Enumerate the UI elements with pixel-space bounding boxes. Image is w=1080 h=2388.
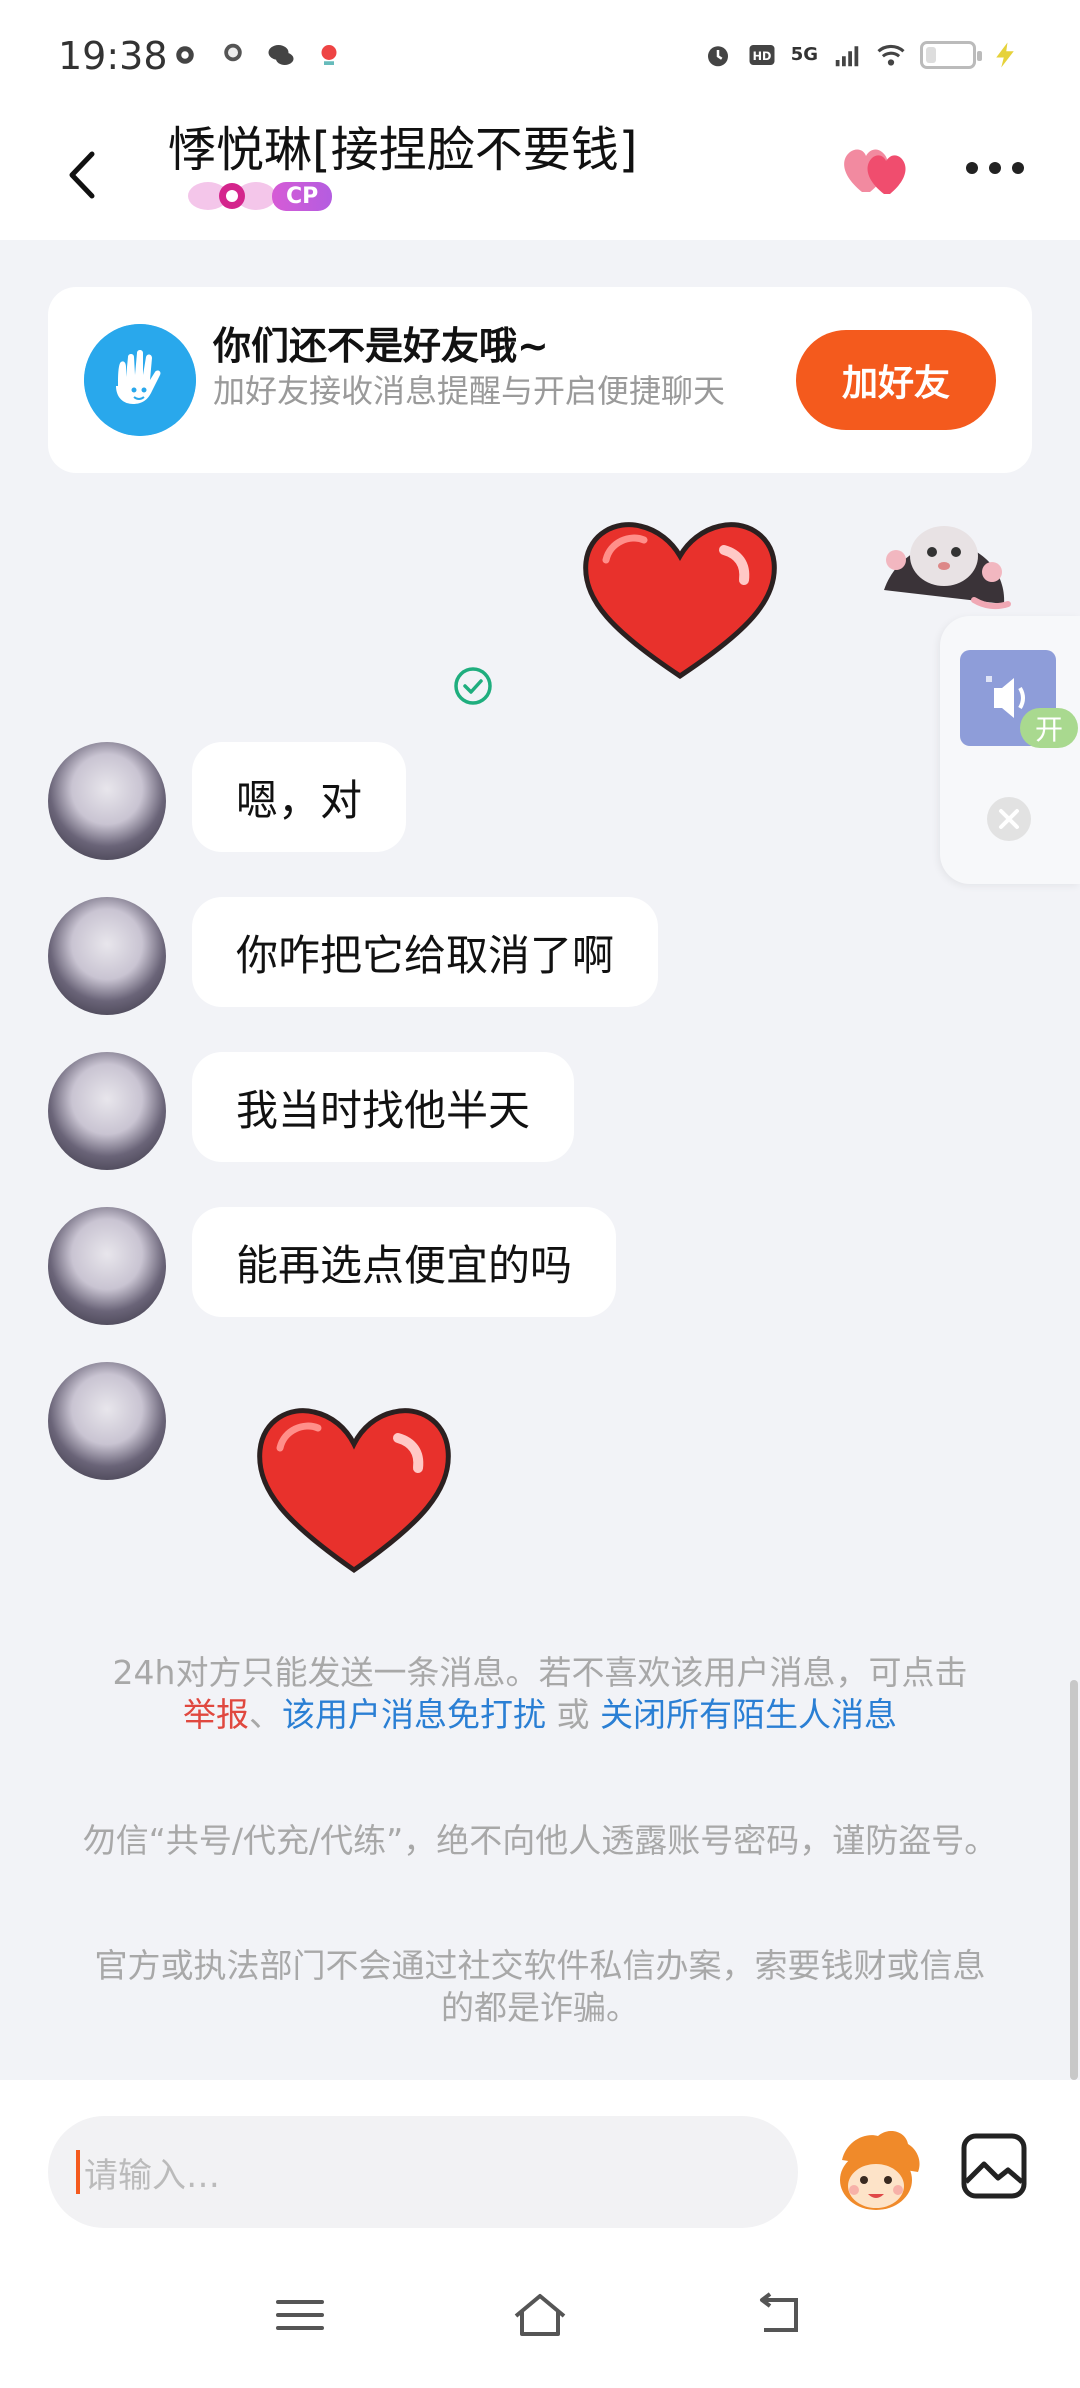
waving-hand-icon: [84, 324, 196, 436]
avatar[interactable]: [48, 1362, 166, 1480]
anti-fraud-tip: 勿信“共号/代充/代练”，绝不向他人透露账号密码，谨防盗号。: [82, 1821, 998, 1860]
close-icon[interactable]: [984, 794, 1034, 844]
message-bubble[interactable]: 你咋把它给取消了啊: [192, 897, 659, 1007]
message-bubble[interactable]: 我当时找他半天: [192, 1052, 575, 1162]
hd-icon: HD: [749, 45, 775, 65]
input-placeholder: 请输入…: [84, 2155, 220, 2196]
status-bar: 19:38 HD 5G: [0, 0, 1080, 110]
avatar[interactable]: [48, 1052, 166, 1170]
system-indicators: HD 5G: [703, 40, 1020, 70]
settings-icon: [176, 46, 194, 64]
intimacy-hearts-icon[interactable]: [838, 140, 914, 200]
not-friend-card: 你们还不是好友哦~ 加好友接收消息提醒与开启便捷聊天 加好友: [48, 287, 1032, 473]
cp-wings-icon: [188, 182, 276, 210]
peer-cat-sticker[interactable]: [874, 520, 1014, 620]
back-icon[interactable]: [58, 140, 108, 210]
network-type: 5G: [790, 44, 818, 65]
friend-card-title: 你们还不是好友哦~: [213, 324, 549, 368]
wechat-icon: [268, 45, 294, 65]
signal-icon: [835, 46, 859, 67]
report-link[interactable]: 举报: [183, 1695, 249, 1734]
emoji-mascot-icon[interactable]: [830, 2130, 922, 2216]
message-bubble[interactable]: 能再选点便宜的吗: [192, 1207, 617, 1317]
back-nav-icon[interactable]: [750, 2290, 810, 2340]
chat-title[interactable]: 悸悦琳[接捏脸不要钱]: [168, 110, 637, 180]
anti-fraud-tip: 官方或执法部门不会通过社交软件私信办案，索要钱财或信息的都是诈骗。: [94, 1946, 986, 2027]
sent-heart-sticker[interactable]: [574, 520, 786, 680]
system-nav-bar: [0, 2250, 1080, 2388]
charging-icon: [996, 42, 1014, 68]
text-cursor: [76, 2150, 80, 2194]
mute-user-link[interactable]: 该用户消息免打扰: [282, 1695, 546, 1734]
message-input[interactable]: 请输入…: [48, 2116, 798, 2228]
voice-float-panel: 开: [940, 616, 1080, 884]
menu-icon[interactable]: [270, 2290, 330, 2340]
received-heart-sticker[interactable]: [248, 1406, 460, 1576]
avatar[interactable]: [48, 1207, 166, 1325]
close-stranger-messages-link[interactable]: 关闭所有陌生人消息: [600, 1695, 897, 1734]
location-app-icon: [321, 45, 337, 65]
notice-or: 或: [546, 1695, 600, 1734]
avatar[interactable]: [48, 742, 166, 860]
battery-icon: [920, 41, 982, 69]
status-time: 19:38: [58, 34, 168, 78]
scrollbar[interactable]: [1070, 1680, 1078, 2080]
input-bar: 请输入…: [0, 2080, 1080, 2250]
more-icon[interactable]: [966, 162, 1024, 174]
wifi-icon: [877, 44, 905, 66]
cp-badge-group[interactable]: CP: [186, 176, 333, 216]
notice-separator: 、: [249, 1695, 282, 1734]
message-read-check-icon: [454, 667, 492, 705]
home-icon[interactable]: [510, 2290, 570, 2340]
notification-icons: [170, 40, 344, 70]
alarm-icon: [707, 46, 728, 67]
notice-text: 24h对方只能发送一条消息。若不喜欢该用户消息，可点击: [112, 1653, 968, 1692]
image-icon[interactable]: [958, 2130, 1030, 2202]
cp-badge: CP: [272, 182, 333, 211]
add-friend-button[interactable]: 加好友: [796, 330, 996, 430]
message-bubble[interactable]: 嗯，对: [192, 742, 407, 852]
chat-header: 悸悦琳[接捏脸不要钱] CP: [0, 110, 1080, 240]
svg-text:HD: HD: [752, 50, 771, 63]
app-notification-icon: [224, 43, 242, 62]
voice-on-tag: 开: [1020, 708, 1078, 748]
avatar[interactable]: [48, 897, 166, 1015]
friend-card-description: 加好友接收消息提醒与开启便捷聊天: [213, 372, 726, 410]
stranger-message-notice: 24h对方只能发送一条消息。若不喜欢该用户消息，可点击 举报、该用户消息免打扰 …: [60, 1652, 1020, 1736]
